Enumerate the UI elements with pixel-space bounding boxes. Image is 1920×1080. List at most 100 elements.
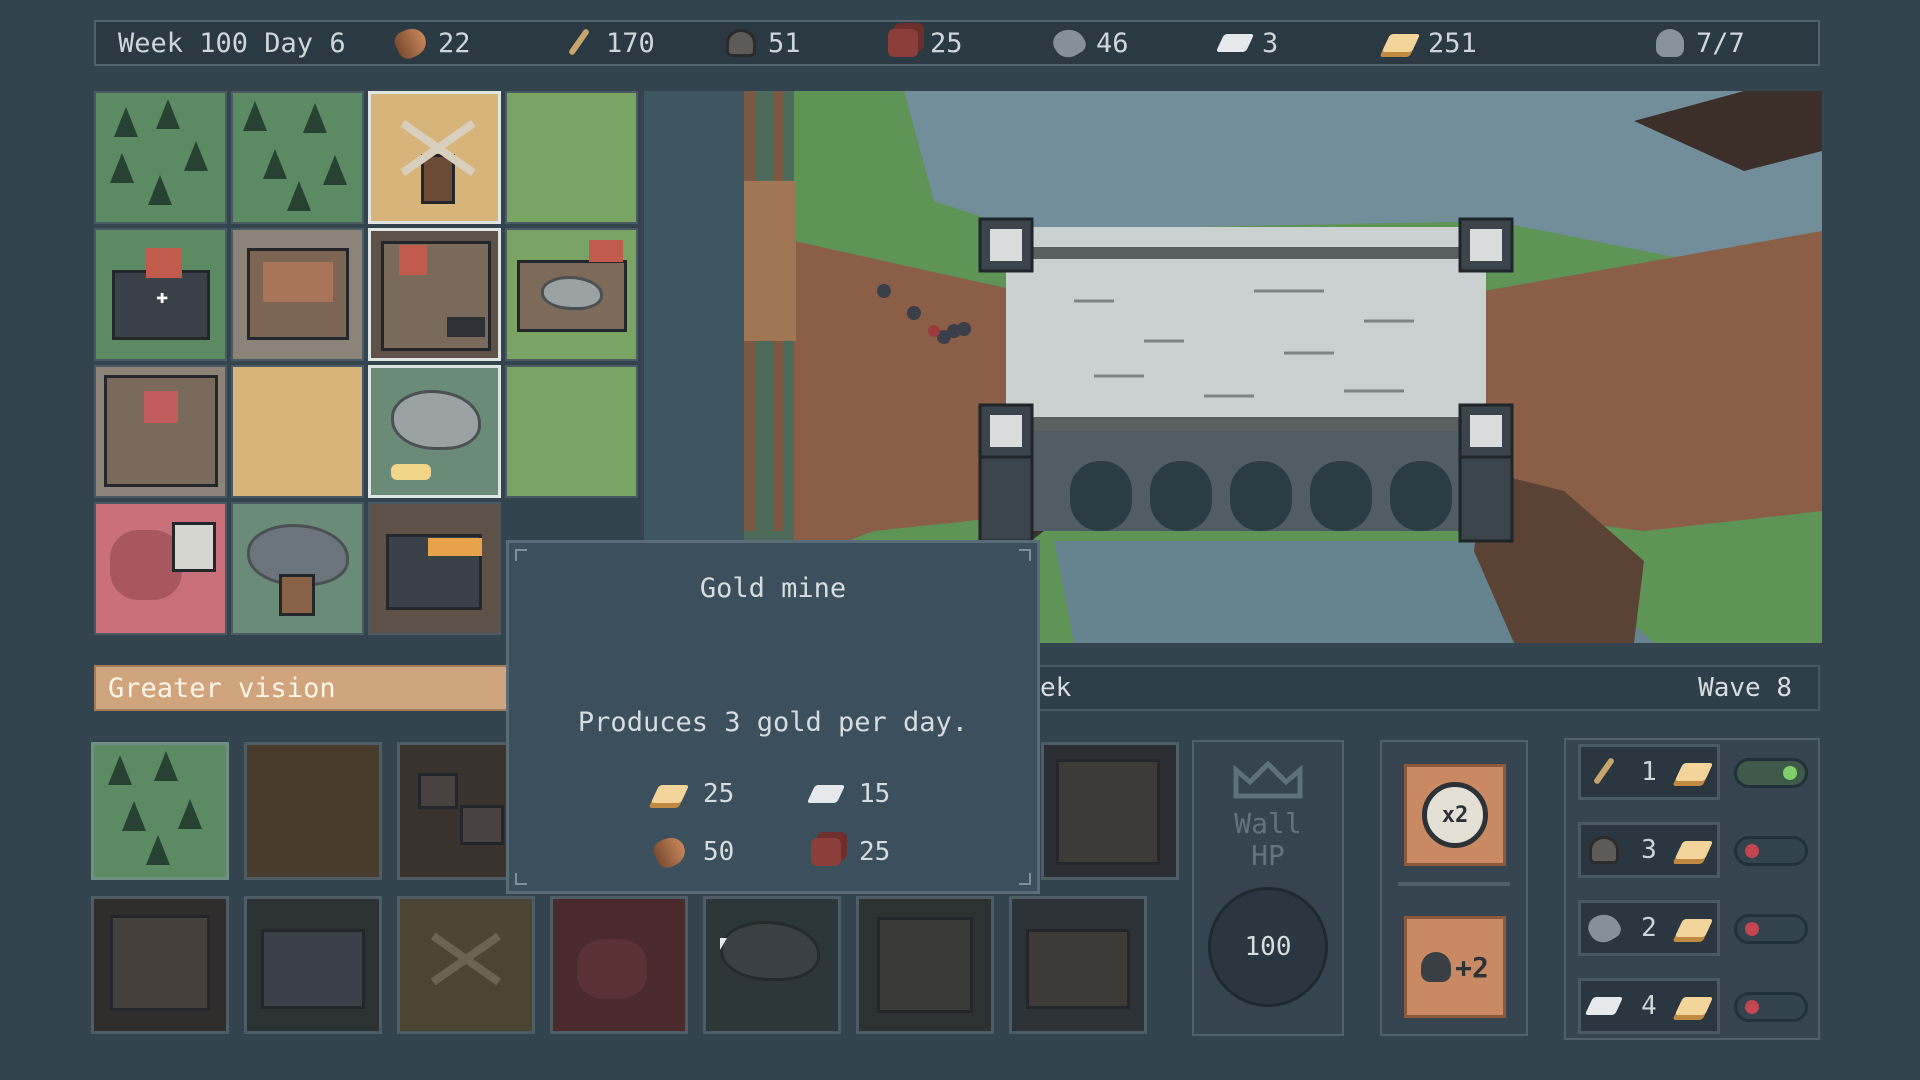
build-card-hospital[interactable] — [244, 896, 382, 1034]
barracks-tile[interactable] — [368, 228, 501, 361]
grass-tile[interactable] — [505, 91, 638, 224]
clay-pit-tile[interactable] — [94, 502, 227, 635]
building-tooltip: Gold mine Produces 3 gold per day. 25 15… — [506, 540, 1040, 894]
iron-resource: 46 — [1049, 22, 1129, 64]
wall-label: Wall — [1234, 807, 1302, 840]
grass-tile[interactable] — [505, 365, 638, 498]
silver-count: 3 — [1262, 27, 1279, 59]
forest-tile[interactable] — [231, 91, 364, 224]
quarry-tile[interactable] — [368, 365, 501, 498]
build-card-gold-mine[interactable] — [703, 896, 841, 1034]
event-banner-text: Greater vision — [108, 672, 336, 704]
build-card-forest[interactable] — [91, 742, 229, 880]
cost-gold: 25 — [650, 779, 735, 809]
gold-icon — [1381, 34, 1421, 52]
forest-tile[interactable] — [94, 91, 227, 224]
gold-icon — [650, 785, 690, 803]
clay-count: 25 — [930, 27, 963, 59]
smelter-tile[interactable] — [368, 502, 501, 635]
silver-icon — [806, 785, 846, 803]
hp-label: HP — [1251, 839, 1285, 872]
conversion-toggle-silver[interactable] — [1734, 992, 1808, 1022]
crown-icon — [1232, 760, 1304, 800]
build-card-clay-pit[interactable] — [550, 896, 688, 1034]
action-panel: x2 +2 — [1380, 740, 1528, 1036]
conversion-silver-to-gold[interactable]: 4 — [1578, 978, 1720, 1034]
workers-resource: 7/7 — [1656, 22, 1745, 64]
conversion-amount: 1 — [1641, 757, 1657, 787]
wheat-count: 170 — [606, 27, 655, 59]
speed-label: x2 — [1441, 802, 1469, 828]
date-display: Week 100 Day 6 — [118, 22, 346, 64]
mine-tile[interactable] — [231, 502, 364, 635]
silver-icon — [1215, 34, 1255, 52]
wheat-icon — [1589, 756, 1619, 786]
conversion-toggle-wheat[interactable] — [1734, 758, 1808, 788]
build-card-stoneworks[interactable] — [1009, 896, 1147, 1034]
gold-icon — [1674, 997, 1714, 1015]
event-banner: Greater vision — [94, 665, 509, 711]
workers-count: 7/7 — [1696, 27, 1745, 59]
iron-icon — [1049, 23, 1089, 63]
wall-hp-value: 100 — [1208, 887, 1328, 1007]
conversion-toggle-stone[interactable] — [1734, 836, 1808, 866]
wave-bar: ek Wave 8 — [1040, 665, 1820, 711]
build-card-keep[interactable] — [1041, 742, 1179, 880]
stoneworks-tile[interactable] — [505, 228, 638, 361]
mouse-cursor-icon — [720, 938, 727, 950]
conversion-iron-to-gold[interactable]: 2 — [1578, 900, 1720, 956]
hospital-tile[interactable]: ✚ — [94, 228, 227, 361]
tooltip-title: Gold mine — [699, 573, 847, 604]
stone-count: 51 — [768, 27, 801, 59]
build-card-windmill[interactable] — [397, 896, 535, 1034]
cost-silver: 15 — [806, 779, 890, 809]
iron-count: 46 — [1096, 27, 1129, 59]
wheat-resource: 170 — [564, 22, 655, 64]
storage-tile[interactable] — [231, 228, 364, 361]
worker-icon — [1656, 29, 1684, 57]
wall-hp-number: 100 — [1244, 932, 1292, 962]
gold-icon — [1674, 763, 1714, 781]
build-card-storage[interactable] — [91, 896, 229, 1034]
conversion-amount: 2 — [1641, 913, 1657, 943]
worker-icon — [1421, 952, 1452, 982]
clay-resource: 25 — [888, 22, 963, 64]
gold-icon — [1674, 919, 1714, 937]
wall-hp-label: Wall HP — [1194, 808, 1342, 872]
wave-counter: Wave 8 — [1698, 673, 1792, 703]
wood-count: 22 — [438, 27, 471, 59]
wave-bar-partial-text: ek — [1040, 673, 1072, 703]
conversion-wheat-to-gold[interactable]: 1 — [1578, 744, 1720, 800]
add-worker-button[interactable]: +2 — [1404, 916, 1506, 1018]
wood-resource: 22 — [391, 22, 471, 64]
clay-icon — [811, 838, 841, 866]
worker-bonus-label: +2 — [1455, 950, 1489, 984]
clay-icon — [888, 29, 918, 57]
wheat-field-tile[interactable] — [231, 365, 364, 498]
stone-icon — [1589, 836, 1619, 864]
conversion-amount: 4 — [1641, 991, 1657, 1021]
gold-count: 251 — [1428, 27, 1477, 59]
speed-button[interactable]: x2 — [1404, 764, 1506, 866]
gold-icon — [1674, 841, 1714, 859]
conversion-stone-to-gold[interactable]: 3 — [1578, 822, 1720, 878]
build-card-barracks[interactable] — [856, 896, 994, 1034]
cost-wood: 50 — [650, 832, 734, 872]
stone-resource: 51 — [726, 22, 801, 64]
stopwatch-icon: x2 — [1422, 782, 1488, 848]
resource-bar: Week 100 Day 6 22 170 51 25 46 3 251 7/7 — [94, 20, 1820, 66]
tooltip-description: Produces 3 gold per day. — [577, 707, 969, 738]
cost-gold-amount: 25 — [703, 779, 735, 809]
cost-clay: 25 — [811, 837, 890, 867]
conversion-toggle-iron[interactable] — [1734, 914, 1808, 944]
build-card-field[interactable] — [244, 742, 382, 880]
wheat-icon — [564, 27, 594, 57]
cost-clay-amount: 25 — [859, 837, 891, 867]
date-text: Week 100 Day 6 — [118, 27, 346, 59]
stone-icon — [726, 29, 756, 57]
keep-tile[interactable] — [94, 365, 227, 498]
wood-icon — [650, 832, 690, 872]
gold-resource: 251 — [1381, 22, 1477, 64]
silver-resource: 3 — [1215, 22, 1279, 64]
windmill-tile[interactable] — [368, 91, 501, 224]
